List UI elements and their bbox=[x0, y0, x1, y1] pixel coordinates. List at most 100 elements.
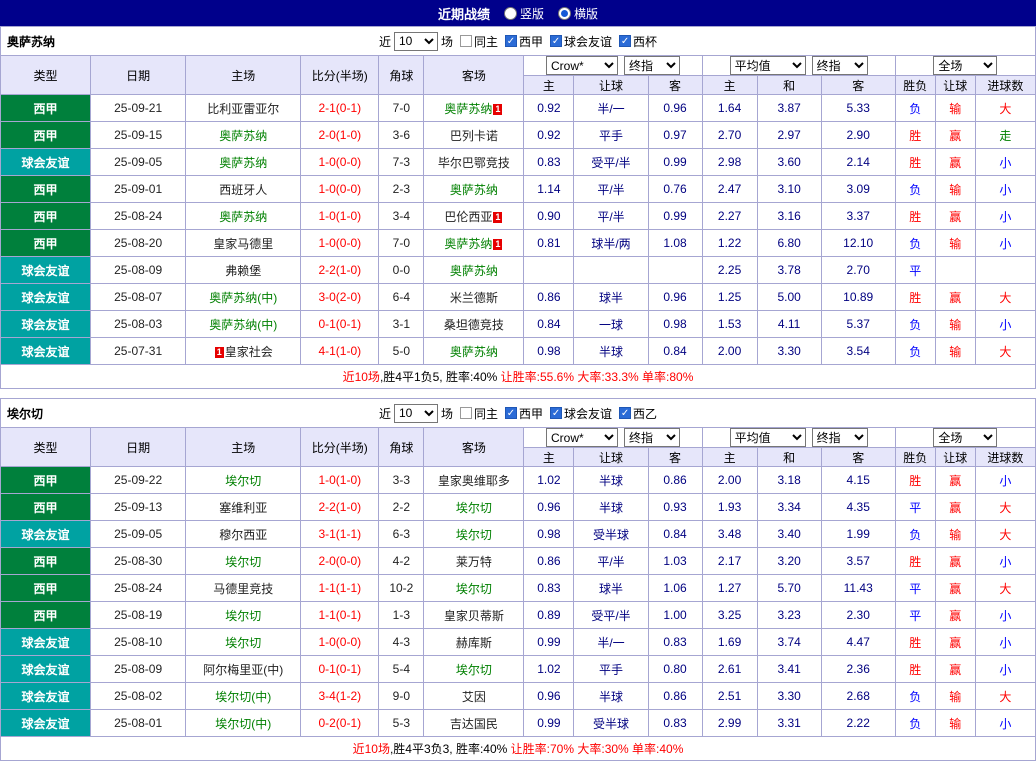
score[interactable]: 2-1(0-1) bbox=[301, 95, 379, 122]
away-team-link[interactable]: 桑坦德竞技 bbox=[444, 318, 504, 332]
score[interactable]: 0-1(0-1) bbox=[301, 311, 379, 338]
layout-radio-horizontal[interactable]: 横版 bbox=[558, 5, 598, 22]
home-team-link[interactable]: 埃尔切 bbox=[225, 609, 261, 623]
average-select[interactable]: 平均值 bbox=[730, 56, 806, 75]
score[interactable]: 1-0(0-0) bbox=[301, 230, 379, 257]
filter-checkbox[interactable]: ✓球会友谊 bbox=[550, 33, 612, 50]
match-date: 25-08-03 bbox=[91, 311, 186, 338]
home-team-link[interactable]: 埃尔切 bbox=[225, 555, 261, 569]
filter-checkbox[interactable]: ✓西杯 bbox=[619, 33, 657, 50]
handicap-odds: 半球 bbox=[574, 494, 648, 521]
score[interactable]: 3-4(1-2) bbox=[301, 683, 379, 710]
away-team-link[interactable]: 奥萨苏纳 bbox=[450, 183, 498, 197]
result-flag: 赢 bbox=[935, 284, 975, 311]
match-count-select[interactable]: 10 bbox=[394, 32, 438, 51]
home-team-link[interactable]: 埃尔切(中) bbox=[215, 717, 271, 731]
home-team-link[interactable]: 奥萨苏纳 bbox=[219, 129, 267, 143]
score[interactable]: 0-2(0-1) bbox=[301, 710, 379, 737]
match-count-select[interactable]: 10 bbox=[394, 404, 438, 423]
score[interactable]: 2-2(1-0) bbox=[301, 257, 379, 284]
home-team-link[interactable]: 比利亚雷亚尔 bbox=[207, 102, 279, 116]
score[interactable]: 1-1(1-1) bbox=[301, 575, 379, 602]
final-odds-select[interactable]: 终指 bbox=[624, 56, 680, 75]
away-team-link[interactable]: 奥萨苏纳 bbox=[450, 345, 498, 359]
column-subheader: 胜负 bbox=[895, 448, 935, 467]
away-team-link[interactable]: 巴伦西亚 bbox=[444, 210, 492, 224]
filter-checkbox[interactable]: ✓西甲 bbox=[505, 33, 543, 50]
away-team-link[interactable]: 埃尔切 bbox=[456, 501, 492, 515]
home-team-link[interactable]: 奥萨苏纳 bbox=[219, 156, 267, 170]
away-team-link[interactable]: 埃尔切 bbox=[456, 582, 492, 596]
home-team-link[interactable]: 奥萨苏纳(中) bbox=[209, 318, 277, 332]
score[interactable]: 1-0(0-0) bbox=[301, 629, 379, 656]
average-odds: 12.10 bbox=[821, 230, 895, 257]
odds-source-cell: Crow* 终指 bbox=[524, 56, 702, 76]
away-team-link[interactable]: 米兰德斯 bbox=[450, 291, 498, 305]
corner-score: 0-0 bbox=[379, 257, 424, 284]
filter-checkbox[interactable]: 同主 bbox=[460, 405, 498, 422]
filter-checkbox[interactable]: ✓球会友谊 bbox=[550, 405, 612, 422]
home-team-link[interactable]: 穆尔西亚 bbox=[219, 528, 267, 542]
score[interactable]: 4-1(1-0) bbox=[301, 338, 379, 365]
away-team-link[interactable]: 赫库斯 bbox=[456, 636, 492, 650]
score[interactable]: 1-0(1-0) bbox=[301, 203, 379, 230]
score[interactable]: 0-1(0-1) bbox=[301, 656, 379, 683]
home-team-link[interactable]: 马德里竞技 bbox=[213, 582, 273, 596]
bookmaker-select[interactable]: Crow* bbox=[546, 56, 618, 75]
handicap-odds: 0.99 bbox=[524, 629, 574, 656]
home-team-cell: 穆尔西亚 bbox=[186, 521, 301, 548]
home-team-link[interactable]: 奥萨苏纳(中) bbox=[209, 291, 277, 305]
home-team-link[interactable]: 弗赖堡 bbox=[225, 264, 261, 278]
corner-score: 6-3 bbox=[379, 521, 424, 548]
away-team-link[interactable]: 皇家奥维耶多 bbox=[438, 474, 510, 488]
score[interactable]: 3-1(1-1) bbox=[301, 521, 379, 548]
home-team-link[interactable]: 西班牙人 bbox=[219, 183, 267, 197]
corner-score: 5-0 bbox=[379, 338, 424, 365]
away-team-link[interactable]: 埃尔切 bbox=[456, 663, 492, 677]
home-team-link[interactable]: 阿尔梅里亚(中) bbox=[203, 663, 283, 677]
away-team-link[interactable]: 巴列卡诺 bbox=[450, 129, 498, 143]
away-team-link[interactable]: 毕尔巴鄂竞技 bbox=[438, 156, 510, 170]
home-team-link[interactable]: 奥萨苏纳 bbox=[219, 210, 267, 224]
final-odds-select[interactable]: 终指 bbox=[624, 428, 680, 447]
table-row: 球会友谊25-08-07奥萨苏纳(中)3-0(2-0)6-4米兰德斯0.86球半… bbox=[1, 284, 1036, 311]
layout-radio-vertical[interactable]: 竖版 bbox=[504, 5, 544, 22]
score[interactable]: 2-2(1-0) bbox=[301, 494, 379, 521]
away-team-link[interactable]: 奥萨苏纳 bbox=[444, 102, 492, 116]
scope-select[interactable]: 全场 bbox=[933, 428, 997, 447]
filter-checkbox[interactable]: ✓西甲 bbox=[505, 405, 543, 422]
home-team-link[interactable]: 皇家社会 bbox=[225, 345, 273, 359]
filter-checkbox[interactable]: ✓西乙 bbox=[619, 405, 657, 422]
avg-final-odds-select[interactable]: 终指 bbox=[812, 56, 868, 75]
home-team-link[interactable]: 塞维利亚 bbox=[219, 501, 267, 515]
away-team-link[interactable]: 皇家贝蒂斯 bbox=[444, 609, 504, 623]
away-team-link[interactable]: 埃尔切 bbox=[456, 528, 492, 542]
away-team-cell: 皇家奥维耶多 bbox=[424, 467, 524, 494]
match-type: 西甲 bbox=[1, 575, 91, 602]
home-team-link[interactable]: 埃尔切 bbox=[225, 474, 261, 488]
away-team-link[interactable]: 莱万特 bbox=[456, 555, 492, 569]
away-team-link[interactable]: 吉达国民 bbox=[450, 717, 498, 731]
home-team-link[interactable]: 皇家马德里 bbox=[213, 237, 273, 251]
match-date: 25-09-13 bbox=[91, 494, 186, 521]
score[interactable]: 1-0(1-0) bbox=[301, 467, 379, 494]
away-team-link[interactable]: 奥萨苏纳 bbox=[444, 237, 492, 251]
match-type: 西甲 bbox=[1, 230, 91, 257]
handicap-odds: 受半球 bbox=[574, 710, 648, 737]
home-team-link[interactable]: 埃尔切(中) bbox=[215, 690, 271, 704]
scope-select[interactable]: 全场 bbox=[933, 56, 997, 75]
home-team-link[interactable]: 埃尔切 bbox=[225, 636, 261, 650]
score[interactable]: 1-0(0-0) bbox=[301, 149, 379, 176]
away-team-link[interactable]: 奥萨苏纳 bbox=[450, 264, 498, 278]
summary-segment: ,胜4平3负3, 胜率:40% bbox=[390, 742, 511, 756]
filter-checkbox[interactable]: 同主 bbox=[460, 33, 498, 50]
avg-final-odds-select[interactable]: 终指 bbox=[812, 428, 868, 447]
score[interactable]: 1-1(0-1) bbox=[301, 602, 379, 629]
average-select[interactable]: 平均值 bbox=[730, 428, 806, 447]
score[interactable]: 2-0(1-0) bbox=[301, 122, 379, 149]
score[interactable]: 1-0(0-0) bbox=[301, 176, 379, 203]
score[interactable]: 3-0(2-0) bbox=[301, 284, 379, 311]
away-team-link[interactable]: 艾因 bbox=[462, 690, 486, 704]
score[interactable]: 2-0(0-0) bbox=[301, 548, 379, 575]
bookmaker-select[interactable]: Crow* bbox=[546, 428, 618, 447]
